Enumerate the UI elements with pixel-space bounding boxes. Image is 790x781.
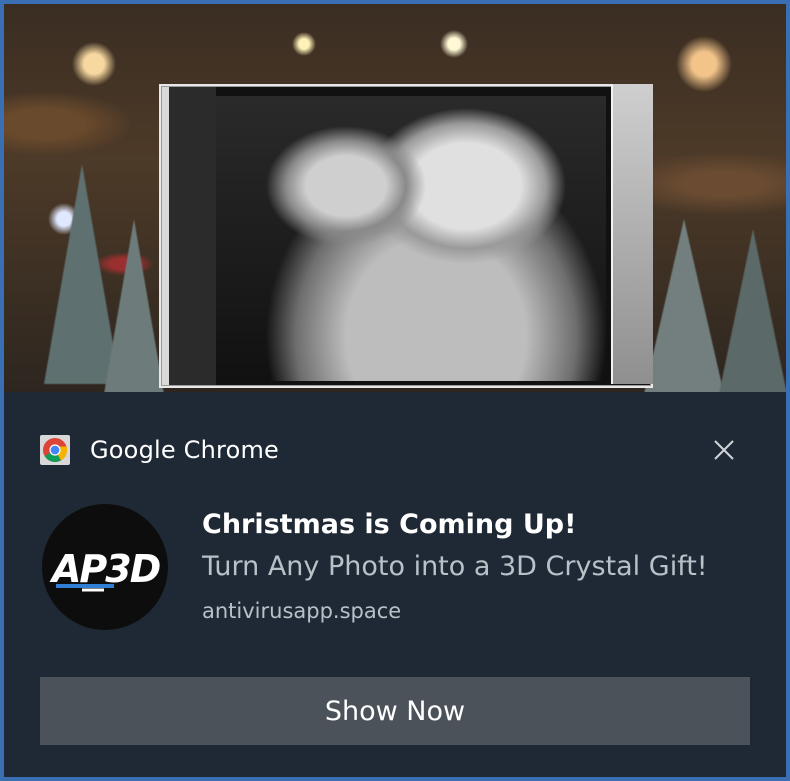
toast-notification[interactable]: Google Chrome AP3D Christmas is Coming U… bbox=[4, 392, 786, 777]
ap3d-logo: AP3D bbox=[42, 504, 168, 630]
show-now-button[interactable]: Show Now bbox=[40, 677, 750, 745]
chrome-icon bbox=[40, 435, 70, 465]
notification-title: Christmas is Coming Up! bbox=[202, 509, 577, 540]
app-name: Google Chrome bbox=[90, 436, 279, 464]
notification-window: Google Chrome AP3D Christmas is Coming U… bbox=[0, 0, 790, 781]
notification-header: Google Chrome bbox=[40, 432, 279, 468]
notification-content: Christmas is Coming Up! Turn Any Photo i… bbox=[202, 506, 772, 626]
crystal-block bbox=[159, 84, 653, 388]
engraved-photo bbox=[216, 96, 606, 381]
christmas-tree-decoration bbox=[644, 219, 724, 394]
crystal-side bbox=[611, 84, 653, 384]
christmas-tree-decoration bbox=[719, 229, 786, 394]
notification-body: Turn Any Photo into a 3D Crystal Gift! bbox=[202, 551, 708, 582]
close-icon[interactable] bbox=[710, 436, 738, 464]
notification-source: antivirusapp.space bbox=[202, 599, 402, 623]
christmas-tree-decoration bbox=[104, 219, 164, 394]
hero-image[interactable] bbox=[4, 4, 786, 394]
close-button[interactable] bbox=[710, 436, 738, 464]
